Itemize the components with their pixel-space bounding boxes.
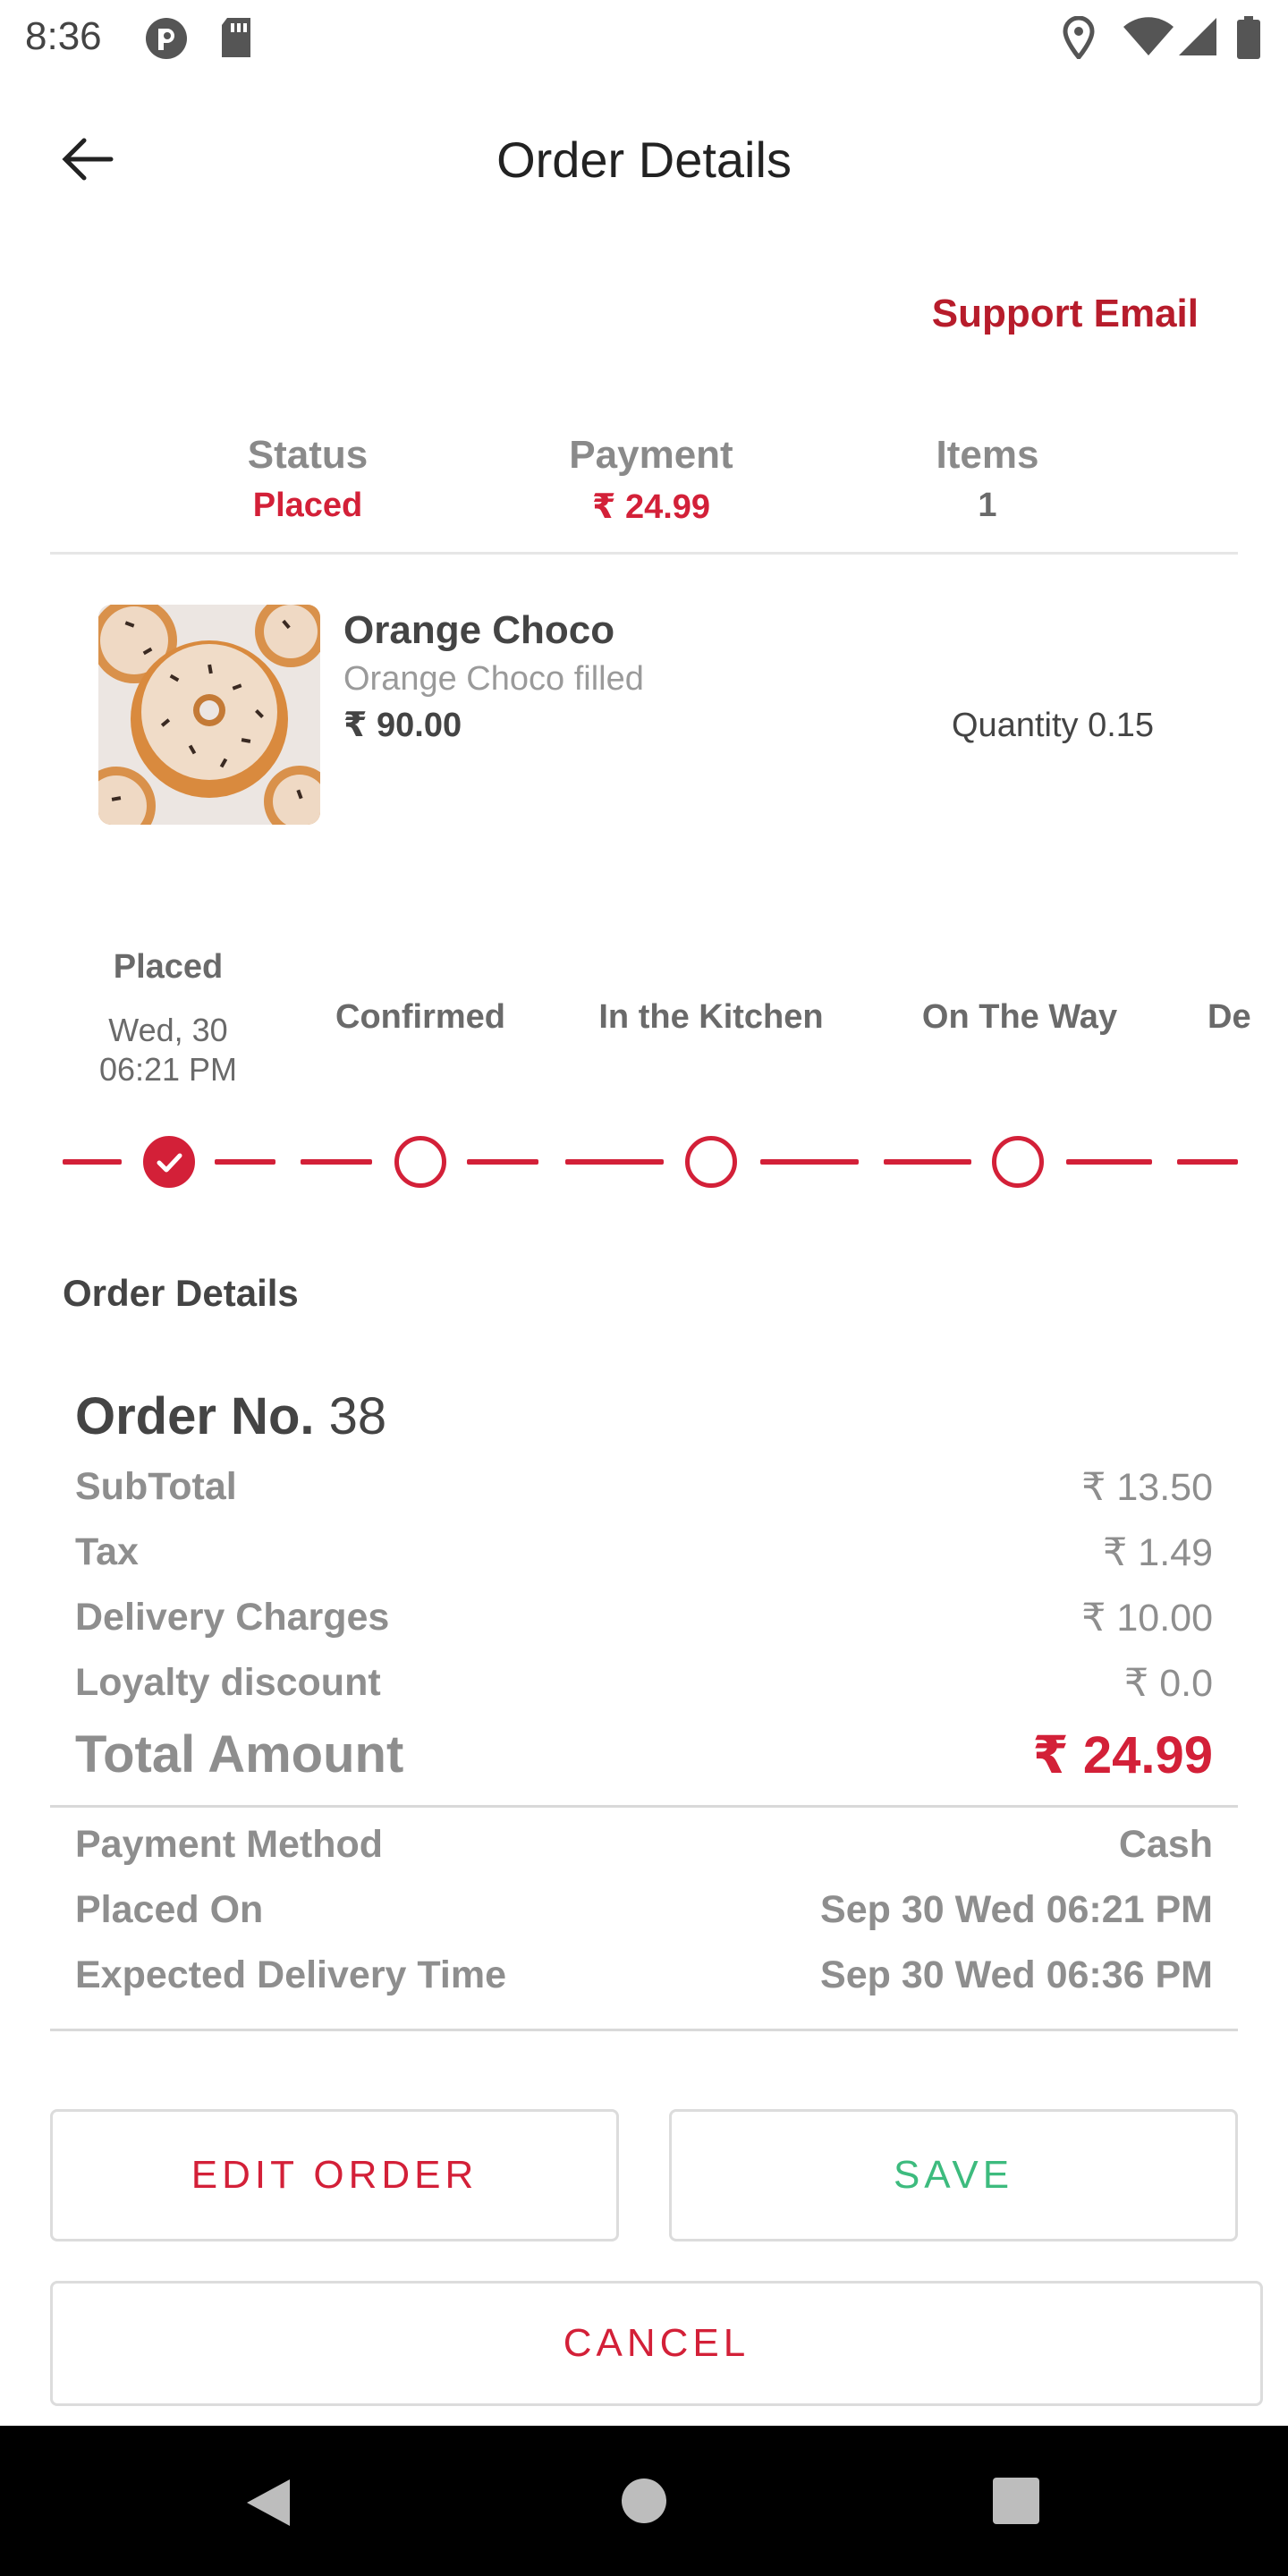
cancel-button[interactable]: CANCEL bbox=[50, 2281, 1263, 2406]
total-row: Total Amount ₹ 24.99 bbox=[75, 1724, 1213, 1792]
expected-delivery-row: Expected Delivery Time Sep 30 Wed 06:36 … bbox=[75, 1953, 1213, 2007]
subtotal-row: SubTotal ₹ 13.50 bbox=[75, 1465, 1213, 1519]
total-value: ₹ 24.99 bbox=[1032, 1726, 1213, 1784]
subtotal-label: SubTotal bbox=[75, 1465, 237, 1508]
order-number: Order No. 38 bbox=[75, 1386, 386, 1446]
status-label: Status bbox=[247, 433, 369, 477]
step-kitchen-node bbox=[685, 1136, 737, 1188]
loyalty-value: ₹ 0.0 bbox=[1123, 1662, 1213, 1705]
step-placed-node bbox=[143, 1136, 195, 1188]
step-confirmed-label: Confirmed bbox=[335, 998, 505, 1036]
progress-dash bbox=[1177, 1159, 1238, 1165]
sd-card-icon bbox=[222, 18, 250, 57]
support-email-link[interactable]: Support Email bbox=[932, 292, 1199, 336]
step-delivered-label: De bbox=[1208, 998, 1251, 1036]
payment-value: ₹ 24.99 bbox=[591, 488, 711, 526]
total-label: Total Amount bbox=[75, 1725, 404, 1784]
status-time: 8:36 bbox=[25, 14, 102, 58]
tax-label: Tax bbox=[75, 1530, 139, 1573]
progress-dash bbox=[63, 1159, 122, 1165]
order-number-value: 38 bbox=[328, 1387, 387, 1445]
items-value: 1 bbox=[978, 487, 997, 524]
delivery-row: Delivery Charges ₹ 10.00 bbox=[75, 1596, 1213, 1649]
loyalty-row: Loyalty discount ₹ 0.0 bbox=[75, 1661, 1213, 1715]
items-label: Items bbox=[936, 433, 1039, 477]
save-button[interactable]: SAVE bbox=[669, 2109, 1238, 2241]
status-value: Placed bbox=[252, 487, 363, 524]
progress-dash bbox=[467, 1159, 538, 1165]
system-navigation-bar bbox=[0, 2426, 1288, 2576]
loyalty-label: Loyalty discount bbox=[75, 1661, 381, 1704]
step-placed-date: Wed, 30 06:21 PM bbox=[61, 1011, 275, 1089]
product-quantity: Quantity 0.15 bbox=[952, 707, 1155, 744]
tax-value: ₹ 1.49 bbox=[1103, 1531, 1213, 1574]
step-placed-label: Placed bbox=[113, 948, 224, 986]
product-name: Orange Choco bbox=[343, 608, 615, 652]
status-bar: 8:36 bbox=[0, 0, 1288, 75]
placed-on-label: Placed On bbox=[75, 1888, 264, 1931]
nav-home-icon[interactable] bbox=[621, 2478, 667, 2524]
payment-label: Payment bbox=[569, 433, 733, 477]
step-placed-time: 06:21 PM bbox=[98, 1051, 238, 1088]
step-placed-day: Wed, 30 bbox=[108, 1012, 228, 1048]
product-description: Orange Choco filled bbox=[343, 660, 644, 698]
order-number-label: Order No. bbox=[75, 1387, 315, 1445]
progress-dash bbox=[1066, 1159, 1152, 1165]
product-image bbox=[98, 605, 320, 825]
progress-dash bbox=[565, 1159, 664, 1165]
order-details-heading: Order Details bbox=[63, 1272, 299, 1314]
expected-delivery-label: Expected Delivery Time bbox=[75, 1953, 507, 1996]
step-confirmed-node bbox=[394, 1136, 446, 1188]
check-icon bbox=[157, 1153, 182, 1173]
expected-delivery-value: Sep 30 Wed 06:36 PM bbox=[820, 1953, 1213, 1996]
divider bbox=[50, 2029, 1238, 2031]
signal-icon bbox=[1179, 18, 1216, 55]
divider bbox=[50, 1805, 1238, 1808]
nav-recents-icon[interactable] bbox=[993, 2478, 1039, 2524]
step-kitchen-label: In the Kitchen bbox=[598, 998, 824, 1036]
delivery-value: ₹ 10.00 bbox=[1081, 1597, 1213, 1640]
placed-on-value: Sep 30 Wed 06:21 PM bbox=[820, 1888, 1213, 1931]
order-summary: Status Placed Payment ₹ 24.99 Items 1 bbox=[50, 433, 1238, 555]
summary-items: Items 1 bbox=[853, 433, 1122, 525]
subtotal-value: ₹ 13.50 bbox=[1081, 1466, 1213, 1509]
app-notification-icon bbox=[146, 18, 187, 59]
wifi-icon bbox=[1123, 17, 1174, 55]
progress-dash bbox=[884, 1159, 971, 1165]
battery-icon bbox=[1237, 16, 1260, 59]
step-on-the-way-label: On The Way bbox=[921, 998, 1118, 1036]
placed-on-row: Placed On Sep 30 Wed 06:21 PM bbox=[75, 1888, 1213, 1942]
tax-row: Tax ₹ 1.49 bbox=[75, 1530, 1213, 1584]
step-on-the-way-node bbox=[992, 1136, 1044, 1188]
payment-method-value: Cash bbox=[1118, 1823, 1213, 1866]
delivery-label: Delivery Charges bbox=[75, 1596, 390, 1639]
nav-back-icon[interactable] bbox=[243, 2476, 293, 2529]
product-price: ₹ 90.00 bbox=[343, 707, 462, 744]
payment-method-row: Payment Method Cash bbox=[75, 1823, 1213, 1877]
progress-dash bbox=[215, 1159, 275, 1165]
progress-dash bbox=[760, 1159, 859, 1165]
edit-order-button[interactable]: EDIT ORDER bbox=[50, 2109, 619, 2241]
summary-status: Status Placed bbox=[174, 433, 442, 525]
summary-payment: Payment ₹ 24.99 bbox=[517, 433, 785, 527]
progress-dash bbox=[301, 1159, 372, 1165]
payment-method-label: Payment Method bbox=[75, 1823, 384, 1866]
location-icon bbox=[1063, 16, 1095, 59]
page-title: Order Details bbox=[496, 131, 792, 188]
